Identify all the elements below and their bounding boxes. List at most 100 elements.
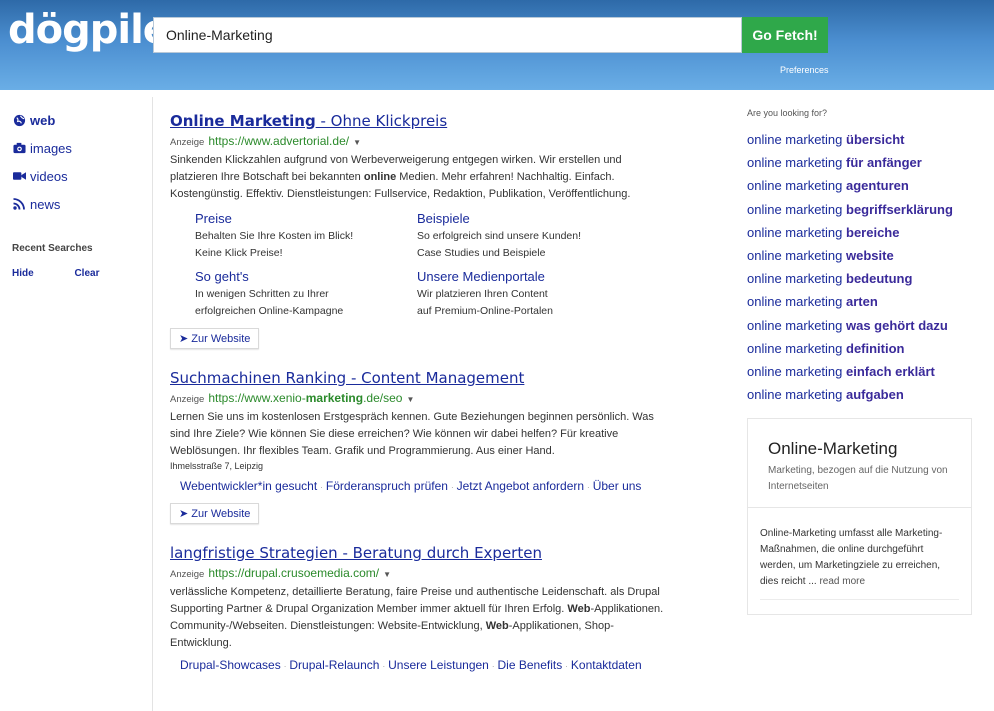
related-search-term: agenturen [846,178,909,194]
nav-item-videos[interactable]: videos [12,162,142,190]
related-search-link[interactable]: online marketing begriffserklärung [747,198,977,221]
header-bar: dögpile® Online-Marketing Go Fetch! Pref… [0,0,994,90]
related-search-link[interactable]: online marketing was gehört dazu [747,314,977,337]
separator-dot: · [382,662,386,671]
related-search-link[interactable]: online marketing übersicht [747,128,977,151]
result-item: Online Marketing - Ohne Klickpreis Anzei… [170,110,670,349]
sitelink: Unsere Medienportale Wir platzieren Ihre… [417,268,637,320]
result-description: verlässliche Kompetenz, detaillierte Ber… [170,584,670,652]
related-search-link[interactable]: online marketing einfach erklärt [747,360,977,383]
separator-dot: · [283,662,287,671]
result-url-line: Anzeige https://www.advertorial.de/ ▼ [170,132,670,152]
ad-badge: Anzeige [170,569,205,580]
related-search-prefix: online marketing [747,364,846,380]
result-url[interactable]: https://www.advertorial.de/ [208,134,349,148]
knowledge-panel-subtitle: Marketing, bezogen auf die Nutzung von I… [768,465,948,493]
related-search-prefix: online marketing [747,155,846,171]
inline-sitelink[interactable]: Kontaktdaten [571,658,642,672]
related-search-prefix: online marketing [747,224,846,240]
inline-sitelink[interactable]: Unsere Leistungen [388,658,489,672]
preferences-link[interactable]: Preferences [780,65,829,75]
result-url[interactable]: https://drupal.crusoemedia.com/ [208,566,379,580]
result-address: Ihmelsstraße 7, Leipzig [170,461,264,471]
inline-sitelink[interactable]: Über uns [593,479,642,493]
inline-sitelink[interactable]: Jetzt Angebot anfordern [457,479,584,493]
nav-label-videos: videos [30,168,68,184]
result-url[interactable]: https://www.xenio-marketing.de/seo [208,391,402,405]
sitelink-line: auf Premium-Online-Portalen [417,305,553,317]
result-title-link[interactable]: Online Marketing - Ohne Klickpreis [170,110,670,132]
related-search-term: aufgaben [846,387,904,403]
result-desc-bold: Web [485,620,509,632]
related-search-link[interactable]: online marketing aufgaben [747,383,977,406]
sitelink: Preise Behalten Sie Ihre Kosten im Blick… [195,210,415,262]
zur-website-button[interactable]: ➤ Zur Website [170,328,260,349]
related-search-term: übersicht [846,132,905,147]
inline-sitelink[interactable]: Drupal-Showcases [180,658,281,672]
result-title-rest: - Ohne Klickpreis [315,112,448,130]
hide-recent-button[interactable]: Hide [12,268,34,279]
result-description: Lernen Sie uns im kostenlosen Erstgesprä… [170,411,654,457]
globe-icon [12,113,26,127]
related-search-prefix: online marketing [747,387,846,403]
inline-sitelink[interactable]: Die Benefits [498,658,563,672]
sitelink-title[interactable]: So geht's [195,268,415,286]
related-search-term: definition [846,340,905,356]
result-title-link[interactable]: Suchmachinen Ranking - Content Managemen… [170,367,670,389]
result-title-link[interactable]: langfristige Strategien - Beratung durch… [170,542,670,564]
sitelink-title[interactable]: Preise [195,210,415,228]
result-url-line: Anzeige https://drupal.crusoemedia.com/ ▼ [170,564,670,584]
sitelink-line: So erfolgreich sind unsere Kunden! [417,230,582,242]
related-search-link[interactable]: online marketing bedeutung [747,267,977,290]
nav-item-news[interactable]: news [12,190,142,218]
result-description: Sinkenden Klickzahlen aufgrund von Werbe… [170,152,670,203]
knowledge-panel: Online-Marketing Marketing, bezogen auf … [747,418,972,616]
related-search-term: website [846,248,894,264]
go-fetch-button[interactable]: Go Fetch! [742,17,828,53]
sitelink: Beispiele So erfolgreich sind unsere Kun… [417,210,637,262]
nav-label-images: images [30,140,72,156]
result-item: langfristige Strategien - Beratung durch… [170,542,670,676]
recent-searches-actions: Hide Clear [12,268,142,279]
related-search-link[interactable]: online marketing definition [747,337,977,360]
separator-dot: · [587,483,590,492]
related-search-term: bedeutung [846,271,913,287]
separator-dot: · [450,483,454,492]
clear-recent-button[interactable]: Clear [74,268,99,279]
sitelink-line: Behalten Sie Ihre Kosten im Blick! [195,230,354,242]
caret-down-icon[interactable]: ▼ [383,570,391,579]
read-more-link[interactable]: read more [819,576,865,587]
inline-sitelink[interactable]: Webentwickler*in gesucht [180,479,317,493]
related-search-term: bereiche [846,224,900,240]
related-searches-title: Are you looking for? [747,108,828,118]
inline-sitelinks: Webentwickler*in gesucht · Förderanspruch … [180,477,670,497]
caret-down-icon[interactable]: ▼ [406,395,414,404]
related-search-link[interactable]: online marketing arten [747,290,977,313]
nav-label-news: news [30,196,61,212]
inline-sitelink[interactable]: Förderanspruch prüfen [326,479,448,493]
related-search-link[interactable]: online marketing bereiche [747,221,977,244]
separator-dot: · [320,483,323,492]
url-part: .de/seo [363,391,403,405]
sitelink-title[interactable]: Unsere Medienportale [417,268,637,286]
sitelink-title[interactable]: Beispiele [417,210,637,228]
caret-down-icon[interactable]: ▼ [353,138,361,147]
dogpile-logo[interactable]: dögpile® [8,8,179,52]
related-search-prefix: online marketing [747,201,846,217]
related-search-term: für anfänger [846,155,922,171]
related-search-prefix: online marketing [747,340,846,356]
search-input[interactable]: Online-Marketing [153,17,742,53]
result-item: Suchmachinen Ranking - Content Managemen… [170,367,670,524]
nav-item-images[interactable]: images [12,134,142,162]
related-search-link[interactable]: online marketing für anfänger [747,151,977,174]
result-title-bold: Online Marketing [170,112,316,130]
related-search-link[interactable]: online marketing agenturen [747,174,977,197]
knowledge-panel-title: Online-Marketing [768,439,898,459]
sitelink-line: Wir platzieren Ihren Content [417,288,548,300]
ad-badge: Anzeige [170,137,205,148]
zur-website-button[interactable]: ➤ Zur Website [170,503,260,524]
inline-sitelink[interactable]: Drupal-Relaunch [289,658,379,672]
nav-item-web[interactable]: web [12,106,142,134]
result-desc-bold: online [363,171,397,183]
related-search-link[interactable]: online marketing website [747,244,977,267]
